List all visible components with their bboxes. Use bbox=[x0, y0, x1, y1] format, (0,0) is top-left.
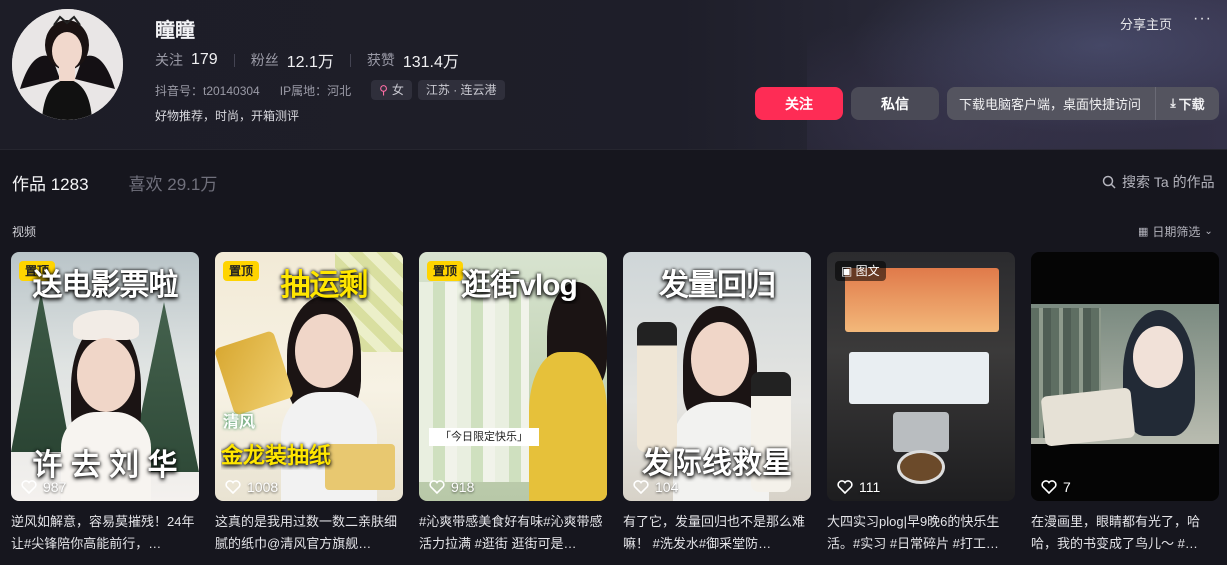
heart-icon bbox=[21, 480, 37, 494]
heart-icon bbox=[837, 480, 853, 494]
avatar[interactable] bbox=[12, 9, 123, 120]
like-count-value: 111 bbox=[859, 479, 881, 495]
profile-name: 瞳瞳 bbox=[155, 20, 195, 42]
followers-label: 粉丝 bbox=[250, 52, 279, 68]
image-post-badge: ▣ 图文 bbox=[835, 261, 886, 281]
video-card[interactable]: ▣ 图文 111 大四实习plog|早9晚6的快乐生活。#实习 #日常碎片 #打… bbox=[827, 252, 1015, 555]
download-button-label: 下载 bbox=[1178, 97, 1205, 112]
stat-divider bbox=[233, 53, 235, 67]
video-caption[interactable]: 逆风如解意，容易莫摧残！24年让#尖锋陪你高能前行，… bbox=[11, 511, 199, 555]
share-profile-button[interactable]: 分享主页 bbox=[1120, 14, 1172, 33]
content-tabs: 作品 1283 喜欢 29.1万 bbox=[12, 170, 217, 195]
video-overlay-sticker: 「今日限定快乐」 bbox=[429, 428, 539, 446]
heart-icon bbox=[225, 480, 241, 494]
download-client-banner: 下载电脑客户端，桌面快捷访问 ⤓ 下载 bbox=[947, 87, 1219, 120]
following-label: 关注 bbox=[155, 52, 183, 68]
profile-bio: 好物推荐，时尚，开箱测评 bbox=[155, 109, 300, 123]
video-overlay-subtitle: 发际线救星 bbox=[642, 447, 792, 480]
download-prompt-text: 下载电脑客户端，桌面快捷访问 bbox=[959, 97, 1142, 112]
tab-works[interactable]: 作品 1283 bbox=[12, 170, 89, 195]
likes-received-count: 131.4万 bbox=[402, 54, 459, 71]
video-thumbnail[interactable]: 置顶 送电影票啦 许 去 刘 华 987 bbox=[11, 252, 199, 501]
video-card[interactable]: 置顶 抽运剩 清风 金龙装抽纸 1008 这真的是我用过数一数二亲肤细腻的纸巾@… bbox=[215, 252, 403, 555]
profile-meta: 抖音号：t20140304 IP属地：河北 ⚲ 女 江苏 · 连云港 bbox=[155, 80, 511, 100]
video-overlay-title: 抽运剩 bbox=[280, 269, 369, 302]
video-caption[interactable]: 这真的是我用过数一数二亲肤细腻的纸巾@清风官方旗舰… bbox=[215, 511, 403, 555]
like-count: 987 bbox=[21, 479, 66, 495]
video-caption[interactable]: 大四实习plog|早9晚6的快乐生活。#实习 #日常碎片 #打工… bbox=[827, 511, 1015, 555]
video-card[interactable]: 发量回归 发际线救星 104 有了它，发量回归也不是那么难嘛！ #洗发水#御采堂… bbox=[623, 252, 811, 555]
search-works[interactable]: 搜索 Ta 的作品 bbox=[1102, 172, 1215, 192]
heart-icon bbox=[633, 480, 649, 494]
like-count: 111 bbox=[837, 479, 880, 495]
video-thumbnail[interactable]: 7 bbox=[1031, 252, 1219, 501]
video-overlay-subtitle: 许 去 刘 华 bbox=[32, 449, 178, 482]
tab-likes[interactable]: 喜欢 29.1万 bbox=[129, 170, 218, 195]
like-count: 104 bbox=[633, 479, 678, 495]
like-count-value: 7 bbox=[1063, 479, 1071, 495]
profile-header: 瞳瞳 关注 179 粉丝 12.1万 获赞 131.4万 抖音号：t201403… bbox=[0, 0, 1227, 150]
follow-button[interactable]: 关注 bbox=[755, 87, 843, 120]
video-thumbnail[interactable]: ▣ 图文 111 bbox=[827, 252, 1015, 501]
video-card[interactable]: 7 在漫画里，眼睛都有光了，哈哈，我的书变成了鸟儿～ #… bbox=[1031, 252, 1219, 555]
video-overlay-title: 送电影票啦 bbox=[32, 269, 179, 302]
followers-count[interactable]: 12.1万 bbox=[287, 48, 334, 72]
like-count-value: 1008 bbox=[247, 479, 279, 495]
douyin-id: 抖音号：t20140304 bbox=[155, 83, 260, 98]
date-filter-label: 日期筛选 bbox=[1152, 225, 1201, 239]
like-count-value: 104 bbox=[655, 479, 679, 495]
image-icon: ▣ bbox=[841, 264, 856, 278]
more-options-icon[interactable]: ··· bbox=[1193, 10, 1212, 28]
like-count-value: 987 bbox=[43, 479, 67, 495]
image-post-label: 图文 bbox=[855, 264, 880, 278]
gender-tag: ⚲ 女 bbox=[371, 80, 412, 100]
like-count-value: 918 bbox=[451, 479, 475, 495]
video-grid: 置顶 送电影票啦 许 去 刘 华 987 逆风如解意，容易莫摧残！24年让#尖锋… bbox=[11, 252, 1227, 565]
download-icon: ⤓ bbox=[1170, 96, 1176, 110]
stat-divider bbox=[349, 53, 351, 67]
region-tag: 江苏 · 连云港 bbox=[417, 80, 505, 100]
heart-icon bbox=[429, 480, 445, 494]
gender-tag-label: 女 bbox=[391, 83, 404, 97]
ip-location: IP属地：河北 bbox=[279, 83, 352, 98]
section-label-videos: 视频 bbox=[12, 225, 37, 239]
video-thumbnail[interactable]: 发量回归 发际线救星 104 bbox=[623, 252, 811, 501]
video-card[interactable]: 置顶 送电影票啦 许 去 刘 华 987 逆风如解意，容易莫摧残！24年让#尖锋… bbox=[11, 252, 199, 555]
video-overlay-title: 逛街vlog bbox=[461, 269, 578, 302]
chevron-down-icon: ⌄ bbox=[1204, 226, 1213, 237]
download-button[interactable]: ⤓ 下载 bbox=[1155, 87, 1219, 120]
following-count[interactable]: 179 bbox=[191, 51, 218, 69]
video-card[interactable]: 「今日限定快乐」 置顶 逛街vlog 918 #沁爽带感美食好有味#沁爽带感活力… bbox=[419, 252, 607, 555]
video-overlay-title: 发量回归 bbox=[659, 269, 776, 302]
video-caption[interactable]: #沁爽带感美食好有味#沁爽带感活力拉满 #逛街 逛街可是… bbox=[419, 511, 607, 555]
video-thumbnail[interactable]: 「今日限定快乐」 置顶 逛街vlog 918 bbox=[419, 252, 607, 501]
female-icon: ⚲ bbox=[379, 83, 388, 97]
like-count: 7 bbox=[1041, 479, 1071, 495]
message-button[interactable]: 私信 bbox=[851, 87, 939, 120]
date-filter-dropdown[interactable]: ▦ 日期筛选 ⌄ bbox=[1138, 223, 1213, 240]
video-thumbnail[interactable]: 置顶 抽运剩 清风 金龙装抽纸 1008 bbox=[215, 252, 403, 501]
video-overlay-subtitle: 金龙装抽纸 bbox=[221, 443, 332, 468]
heart-icon bbox=[1041, 480, 1057, 494]
calendar-icon: ▦ bbox=[1138, 226, 1149, 238]
video-caption[interactable]: 有了它，发量回归也不是那么难嘛！ #洗发水#御采堂防… bbox=[623, 511, 811, 555]
video-caption[interactable]: 在漫画里，眼睛都有光了，哈哈，我的书变成了鸟儿～ #… bbox=[1031, 511, 1219, 555]
search-label: 搜索 Ta 的作品 bbox=[1122, 174, 1215, 190]
likes-received-label: 获赞 bbox=[366, 52, 395, 68]
like-count: 918 bbox=[429, 479, 474, 495]
profile-stats: 关注 179 粉丝 12.1万 获赞 131.4万 bbox=[155, 48, 459, 72]
like-count: 1008 bbox=[225, 479, 278, 495]
search-icon bbox=[1102, 175, 1116, 189]
video-overlay-brand: 清风 bbox=[223, 414, 256, 431]
